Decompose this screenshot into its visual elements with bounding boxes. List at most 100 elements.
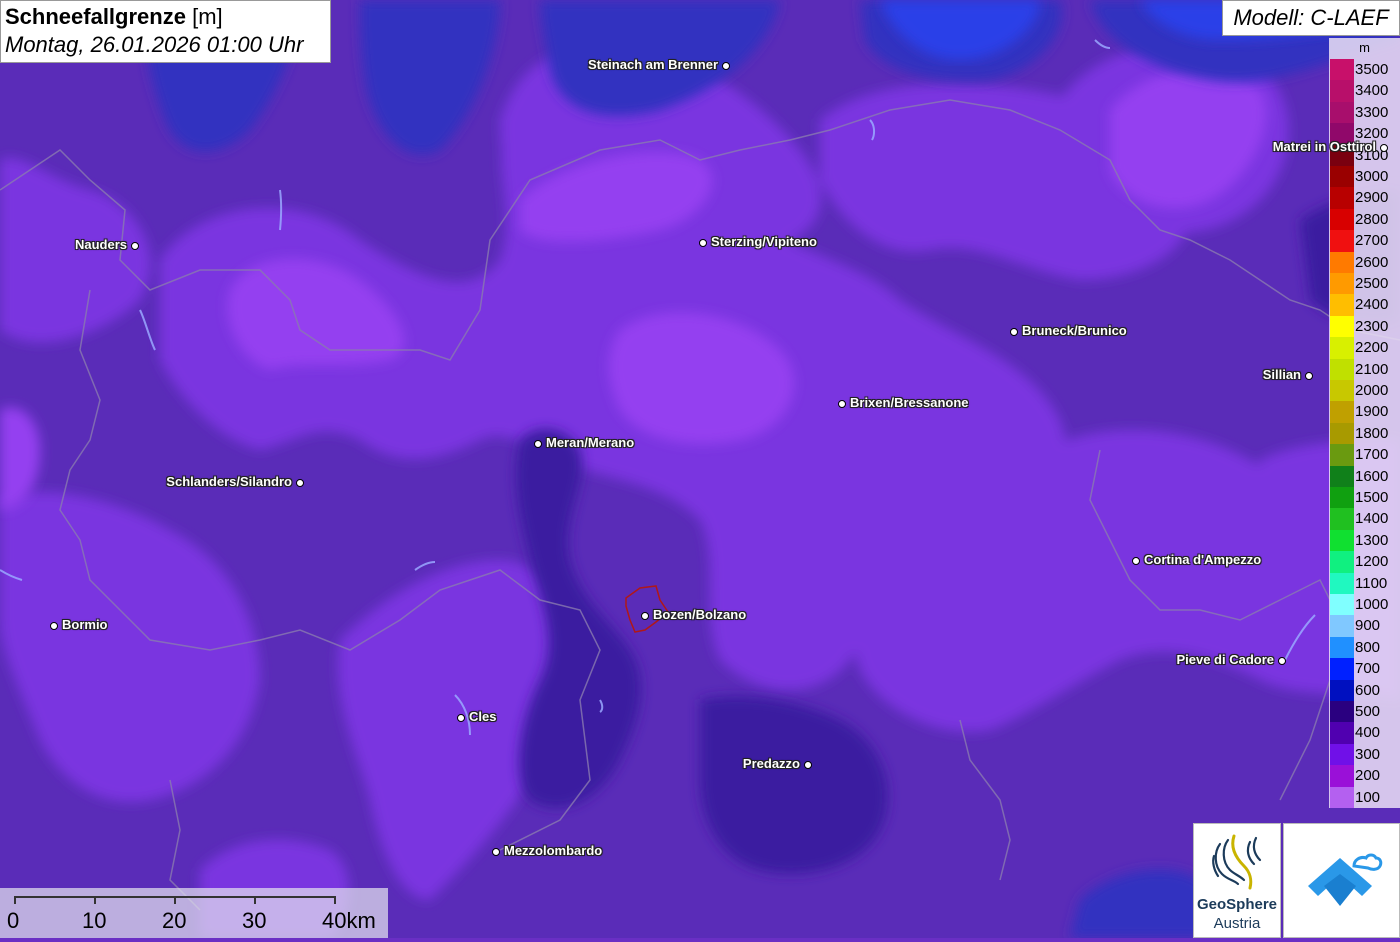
scale-label-40km: 40km [322,908,376,933]
geosphere-emblem-icon [1212,834,1262,890]
legend-label: 1100 [1355,574,1388,592]
geosphere-logo[interactable]: GeoSphere Austria [1193,823,1281,938]
legend-label: 2800 [1355,210,1389,228]
house-cloud-icon [1308,853,1383,906]
city-label: Pieve di Cadore [1176,652,1274,667]
legend-entry: 2100 [1329,358,1400,380]
city-label: Bozen/Bolzano [653,607,747,622]
legend-entry: 2300 [1329,315,1400,338]
legend-swatch [1330,658,1354,680]
city-marker[interactable] [457,714,465,722]
legend-label: 1600 [1355,467,1389,485]
legend-label: 2300 [1355,317,1389,335]
legend-swatch [1330,422,1354,445]
legend-label: 1400 [1355,510,1389,528]
city-marker[interactable] [534,440,542,448]
legend-entry: 800 [1329,636,1400,659]
legend-swatch [1330,765,1354,787]
map-title: Schneefallgrenze [m] [5,4,223,29]
scale-tick [94,896,96,904]
scale-tick [174,896,176,904]
legend-label: 100 [1355,788,1381,806]
legend-swatch [1330,743,1354,766]
legend-entry: 700 [1329,658,1400,680]
legend-swatch [1330,101,1354,124]
legend-label: 3400 [1355,82,1389,100]
legend-label: 2600 [1355,253,1389,271]
city-marker[interactable] [1278,657,1286,665]
legend-swatch [1330,380,1354,402]
city-marker[interactable] [722,62,730,70]
legend-entry: 3300 [1329,101,1400,124]
legend-entry: 500 [1329,701,1400,723]
legend-entry: 2500 [1329,273,1400,295]
legend-swatch [1330,529,1354,552]
city-marker[interactable] [50,622,58,630]
legend-entry: 2700 [1329,230,1400,252]
city-label: Cles [469,709,497,724]
legend-swatch [1330,208,1354,231]
city-marker[interactable] [699,239,707,247]
map-datetime: Montag, 26.01.2026 01:00 Uhr [5,32,304,57]
legend-swatch [1330,551,1354,573]
city-marker[interactable] [1010,328,1018,336]
legend-entry: 100 [1329,786,1400,808]
city-marker[interactable] [641,612,649,620]
snowline-map[interactable] [0,0,1400,938]
legend-swatch [1330,722,1354,744]
legend-entry: 300 [1329,743,1400,766]
scale-tick [254,896,256,904]
legend-swatch [1330,572,1354,594]
city-label: Bormio [62,617,108,632]
city-marker[interactable] [1132,557,1140,565]
legend-label: 500 [1355,703,1381,720]
legend-label: 1200 [1355,553,1389,571]
legend-entry: 2400 [1329,294,1400,316]
legend-entry: 2900 [1329,187,1400,209]
city-marker[interactable] [492,848,500,856]
city-marker[interactable] [296,479,304,487]
legend-label: 2500 [1355,275,1389,292]
city-label: Nauders [74,237,127,252]
legend-entry: 600 [1329,679,1400,701]
city-label: Cortina d'Ampezzo [1144,552,1262,567]
city-label: Steinach am Brenner [587,57,718,72]
legend-label: 2400 [1355,296,1389,314]
legend-label: 3300 [1355,103,1389,121]
legend-swatch [1330,166,1354,188]
legend-label: 2700 [1355,232,1389,250]
legend-swatch [1330,315,1354,338]
legend-label: 900 [1355,617,1381,635]
legend-swatch [1330,59,1354,81]
legend-entry: 2800 [1329,208,1400,231]
map-title-box: Schneefallgrenze [m] Montag, 26.01.2026 … [0,0,331,63]
scale-label-0: 0 [7,908,20,933]
city-label: Sillian [1262,367,1301,382]
city-marker[interactable] [131,242,139,250]
legend-label: 3500 [1355,61,1389,78]
legend-entry: 1100 [1329,572,1400,594]
city-label: Matrei in Osttirol [1272,139,1376,154]
city-label: Meran/Merano [546,435,635,450]
city-marker[interactable] [1305,372,1313,380]
legend-label: 300 [1355,745,1381,763]
legend-entry: 3000 [1329,166,1400,188]
legend-entry: 900 [1329,615,1400,637]
legend-swatch [1330,337,1354,359]
legend-label: 800 [1355,638,1381,656]
legend-swatch [1330,444,1354,466]
scale-tick [334,896,336,904]
legend-swatch [1330,358,1354,380]
legend-entry: 1200 [1329,551,1400,573]
legend-swatch [1330,251,1354,273]
city-marker[interactable] [804,761,812,769]
legend-label: 1900 [1355,403,1389,421]
legend-label: 1800 [1355,424,1389,442]
app-logo[interactable] [1283,823,1400,938]
legend-swatch [1330,230,1354,252]
legend-entry: 1400 [1329,508,1400,530]
city-marker[interactable] [1380,144,1388,152]
city-marker[interactable] [838,400,846,408]
legend-label: 700 [1355,660,1381,678]
legend-entry: 1300 [1329,529,1400,552]
